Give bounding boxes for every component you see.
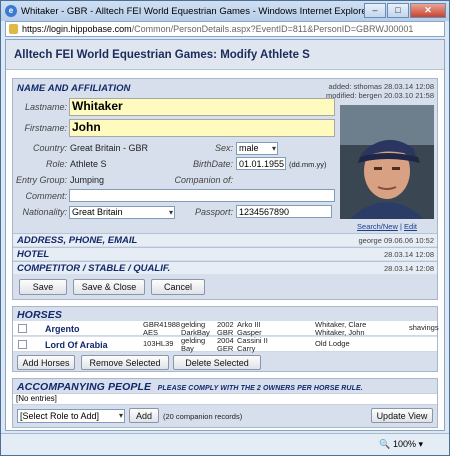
- status-bar: 🔍 100% ▾: [1, 433, 449, 455]
- passport-label: Passport:: [194, 207, 233, 217]
- country-label: Country:: [32, 143, 67, 153]
- browser-window: e Whitaker - GBR - Alltech FEI World Equ…: [0, 0, 450, 456]
- remove-selected-button[interactable]: Remove Selected: [81, 355, 169, 370]
- minimize-button[interactable]: –: [364, 3, 386, 18]
- horse-sex-color: gelding Bay: [181, 337, 205, 353]
- link-separator: |: [399, 222, 402, 231]
- role-value: Athlete S: [70, 159, 107, 169]
- accompanying-people-section: Accompanying People please comply with t…: [12, 378, 438, 428]
- horse-sex-color: gelding DarkBay: [181, 321, 210, 337]
- lock-icon: [9, 24, 18, 34]
- horse-id: 103HL39: [143, 339, 174, 348]
- comment-input[interactable]: [69, 189, 335, 202]
- page-content: Alltech FEI World Equestrian Games: Modi…: [5, 39, 445, 431]
- audit-info: added: sthomas 28.03.14 12:08 modified: …: [326, 82, 434, 100]
- page-header: Alltech FEI World Equestrian Games: Modi…: [6, 40, 444, 70]
- horse-year-breed: 2004 GER: [217, 337, 234, 353]
- delete-selected-button[interactable]: Delete Selected: [173, 355, 261, 370]
- edit-photo-link[interactable]: Edit: [404, 222, 417, 231]
- horse-id-secondary: AES: [143, 328, 159, 337]
- maximize-button[interactable]: □: [387, 3, 409, 18]
- sex-label: Sex:: [214, 143, 233, 153]
- url-path: /Common/PersonDetails.aspx?EventID=811&P…: [131, 24, 414, 34]
- search-new-link[interactable]: Search/New: [357, 222, 398, 231]
- horse-owners: Old Lodge: [315, 339, 350, 348]
- accompanying-header-row: Accompanying People please comply with t…: [17, 381, 363, 393]
- save-close-button[interactable]: Save & Close: [73, 279, 145, 295]
- photo-links: Search/New | Edit: [340, 222, 434, 231]
- horse-checkbox[interactable]: [18, 340, 27, 349]
- horse-year-breed: 2002 GBR: [217, 321, 234, 337]
- entry-group-value: Jumping: [70, 175, 105, 185]
- added-info: added: sthomas 28.03.14 12:08: [328, 82, 435, 91]
- birthdate-hint: (dd.mm.yy): [289, 160, 327, 169]
- competitor-section-meta: 28.03.14 12:08: [383, 264, 434, 273]
- horse-name-link[interactable]: Argento: [45, 324, 80, 334]
- window-title: Whitaker - GBR - Alltech FEI World Eques…: [21, 5, 370, 17]
- companion-count: (20 companion records): [163, 412, 243, 421]
- zoom-value: 100%: [392, 439, 416, 449]
- accompanying-header: Accompanying People: [17, 381, 152, 393]
- companion-list-empty: [No entries]: [13, 393, 437, 405]
- horse-extra: shavings: [409, 323, 439, 332]
- nationality-select[interactable]: Great Britain: [69, 206, 175, 219]
- address-section-row[interactable]: Address, Phone, Email george 09.06.06 10…: [13, 233, 437, 246]
- horse-name-link[interactable]: Lord Of Arabia: [45, 340, 108, 350]
- birthdate-input[interactable]: 01.01.1955: [236, 157, 286, 170]
- cancel-button[interactable]: Cancel: [151, 279, 205, 295]
- name-affiliation-section: Name and Affiliation added: sthomas 28.0…: [12, 78, 438, 300]
- nationality-label: Nationality:: [22, 207, 67, 217]
- add-companion-button[interactable]: Add: [129, 408, 159, 423]
- horse-owner-2: Whitaker, John: [315, 328, 365, 337]
- entry-group-label: Entry Group:: [15, 175, 67, 185]
- hotel-section-title: Hotel: [17, 249, 50, 260]
- url-host: https://login.hippobase.com: [22, 24, 132, 34]
- address-section-title: Address, Phone, Email: [17, 235, 138, 246]
- athlete-portrait-image: [340, 105, 434, 219]
- birthdate-label: BirthDate:: [192, 159, 233, 169]
- add-horses-button[interactable]: Add Horses: [17, 355, 75, 370]
- horse-dam: Carry: [237, 344, 256, 353]
- modified-info: modified: bergen 20.03.10 21:58: [326, 91, 434, 100]
- horse-checkbox[interactable]: [18, 324, 27, 333]
- lastname-label: Lastname:: [24, 102, 67, 112]
- horse-breed: GER: [217, 344, 234, 353]
- horse-id: GBR41988 AES: [143, 321, 180, 337]
- close-button[interactable]: ✕: [410, 3, 446, 18]
- horse-color: Bay: [181, 344, 194, 353]
- competitor-section-row[interactable]: Competitor / Stable / Qualif. 28.03.14 1…: [13, 261, 437, 274]
- address-section-meta: george 09.06.06 10:52: [358, 236, 434, 245]
- horse-parents: Arko III Gasper: [237, 321, 262, 337]
- hotel-section-row[interactable]: Hotel 28.03.14 12:08: [13, 247, 437, 260]
- horse-row: Lord Of Arabia 103HL39 gelding Bay 2004 GE…: [13, 337, 437, 353]
- update-view-button[interactable]: Update View: [371, 408, 433, 423]
- horses-header: Horses: [17, 309, 62, 321]
- hotel-section-meta: 28.03.14 12:08: [383, 250, 434, 259]
- save-button[interactable]: Save: [19, 279, 67, 295]
- passport-input[interactable]: 1234567890: [236, 205, 332, 218]
- firstname-input[interactable]: John: [69, 119, 335, 137]
- lastname-input[interactable]: Whitaker: [69, 98, 335, 116]
- page-title: Alltech FEI World Equestrian Games: Modi…: [14, 49, 310, 61]
- firstname-label: Firstname:: [24, 123, 67, 133]
- horse-row: Argento GBR41988 AES gelding DarkBay 2002 G…: [13, 321, 439, 337]
- athlete-photo: [340, 105, 434, 219]
- horse-parents: Cassini II Carry: [237, 337, 268, 353]
- title-bar: e Whitaker - GBR - Alltech FEI World Equ…: [1, 1, 449, 21]
- competitor-section-title: Competitor / Stable / Qualif.: [17, 263, 171, 274]
- zoom-level[interactable]: 🔍 100% ▾: [379, 439, 423, 450]
- sex-select[interactable]: male: [236, 142, 278, 155]
- accompanying-note: please comply with the 2 owners per hors…: [157, 385, 363, 392]
- role-select[interactable]: [Select Role to Add]: [17, 409, 125, 423]
- comment-label: Comment:: [25, 191, 67, 201]
- address-bar[interactable]: https://login.hippobase.com/Common/Perso…: [5, 21, 445, 37]
- country-value: Great Britain - GBR: [70, 143, 149, 153]
- companion-label: Companion of:: [174, 175, 233, 185]
- role-label: Role:: [45, 159, 67, 169]
- horse-owners: Whitaker, Clare Whitaker, John: [315, 321, 366, 337]
- name-section-header: Name and Affiliation: [17, 83, 131, 94]
- horses-section: Horses Argento GBR41988 AES gelding DarkBa…: [12, 306, 439, 372]
- ie-logo-icon: e: [5, 5, 17, 17]
